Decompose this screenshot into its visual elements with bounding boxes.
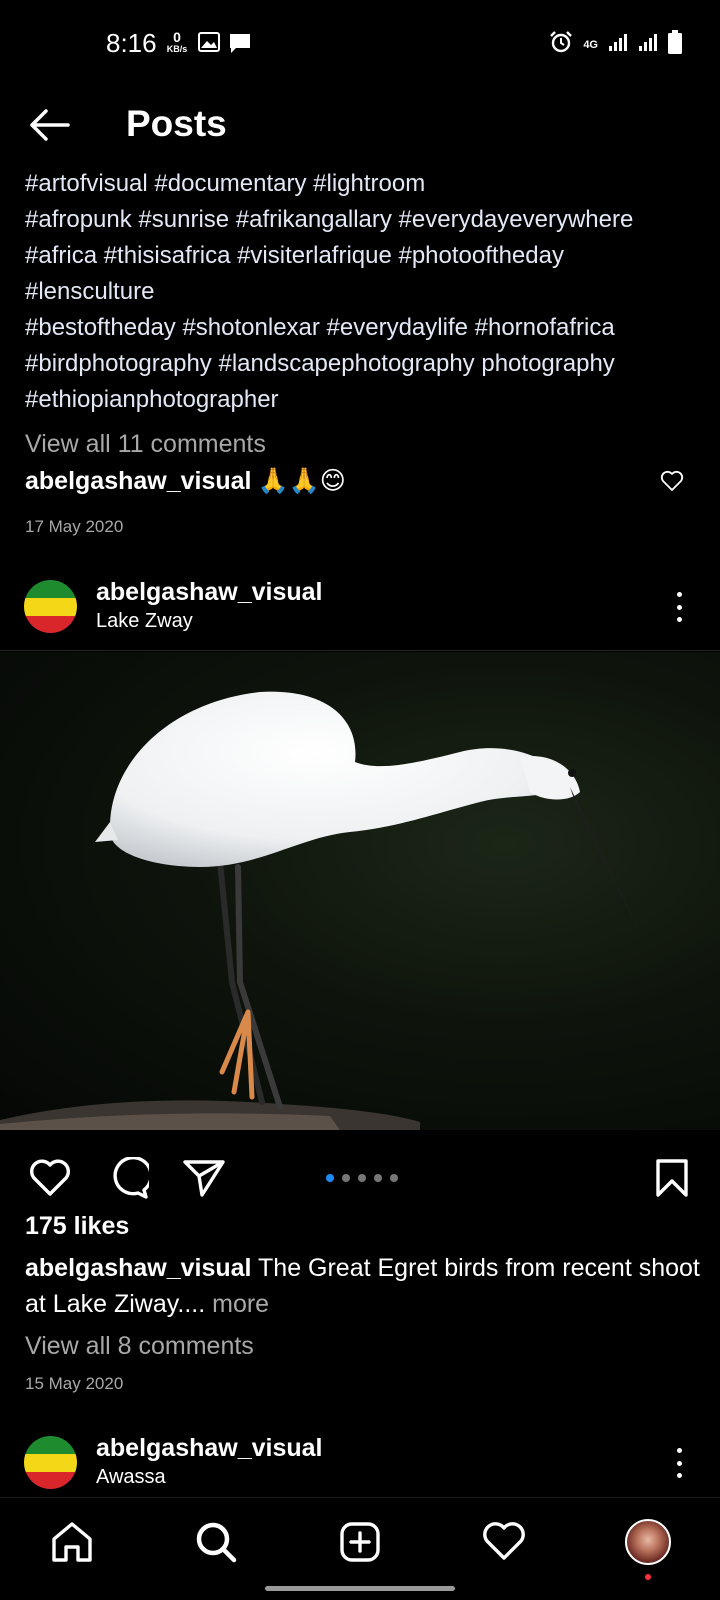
status-right-icons: 4G	[549, 30, 682, 59]
post-caption: abelgashaw_visual The Great Egret birds …	[25, 1250, 705, 1322]
gallery-icon	[198, 32, 220, 57]
post-location[interactable]: Awassa	[96, 1466, 166, 1489]
caption-line[interactable]: #afropunk #sunrise #afrikangallary #ever…	[25, 202, 705, 238]
caption-line[interactable]: #lensculture	[25, 274, 705, 310]
post-date: 15 May 2020	[25, 1374, 124, 1393]
profile-avatar	[625, 1519, 671, 1565]
previous-post-caption: #artofvisual #documentary #lightroom #af…	[25, 166, 705, 418]
signal-icon-1	[608, 32, 628, 57]
like-comment-heart-icon[interactable]	[660, 470, 684, 494]
post-header: abelgashaw_visual Lake Zway	[0, 578, 720, 652]
battery-icon	[668, 30, 682, 59]
comment-username[interactable]: abelgashaw_visual	[25, 467, 252, 496]
back-arrow-icon	[30, 109, 70, 141]
caption-line[interactable]: #birdphotography #landscapephotography p…	[25, 346, 705, 382]
carousel-dot	[342, 1174, 350, 1182]
view-all-comments-link[interactable]: View all 8 comments	[25, 1332, 254, 1361]
save-button[interactable]	[648, 1154, 696, 1202]
carousel-dot	[326, 1174, 334, 1182]
post-photo[interactable]	[0, 652, 720, 1130]
nav-home[interactable]	[42, 1512, 102, 1572]
post-actions	[0, 1150, 720, 1206]
nav-activity[interactable]	[474, 1512, 534, 1572]
comment-button[interactable]	[104, 1154, 152, 1202]
bottom-navigation	[0, 1497, 720, 1600]
caption-line[interactable]: #artofvisual #documentary #lightroom	[25, 166, 705, 202]
activity-heart-icon	[483, 1522, 525, 1560]
post-username[interactable]: abelgashaw_visual	[96, 578, 323, 607]
more-options-button[interactable]	[674, 592, 684, 622]
network-type: 4G	[583, 38, 598, 51]
heart-icon	[30, 1159, 70, 1196]
nav-search[interactable]	[186, 1512, 246, 1572]
carousel-dot	[374, 1174, 382, 1182]
nav-create[interactable]	[330, 1512, 390, 1572]
home-icon	[52, 1522, 92, 1562]
avatar[interactable]	[24, 1436, 77, 1489]
message-icon	[228, 32, 252, 59]
caption-line[interactable]: #bestoftheday #shotonlexar #everydaylife…	[25, 310, 705, 346]
carousel-indicator	[326, 1174, 398, 1182]
carousel-dot	[390, 1174, 398, 1182]
egret-image	[0, 691, 650, 1130]
view-all-comments-link[interactable]: View all 11 comments	[25, 430, 266, 459]
back-button[interactable]	[24, 100, 74, 150]
post-username[interactable]: abelgashaw_visual	[96, 1434, 323, 1463]
caption-more-link[interactable]: more	[212, 1290, 269, 1318]
caption-line[interactable]: #ethiopianphotographer	[25, 382, 705, 418]
like-button[interactable]	[26, 1154, 74, 1202]
caption-line[interactable]: #africa #thisisafrica #visiterlafrique #…	[25, 238, 705, 274]
send-icon	[183, 1160, 225, 1197]
network-speed: 0 KB/s	[166, 29, 188, 54]
comment-icon	[113, 1157, 149, 1199]
signal-icon-2	[638, 32, 658, 57]
post-location[interactable]: Lake Zway	[96, 610, 193, 633]
status-time: 8:16	[106, 28, 157, 58]
avatar[interactable]	[24, 580, 77, 633]
nav-profile[interactable]	[618, 1512, 678, 1580]
add-post-icon	[340, 1522, 380, 1562]
caption-username[interactable]: abelgashaw_visual	[25, 1254, 252, 1282]
notification-dot	[645, 1574, 651, 1580]
bookmark-icon	[656, 1159, 688, 1197]
likes-count[interactable]: 175 likes	[25, 1212, 129, 1241]
top-header: Posts	[0, 88, 720, 168]
divider	[0, 650, 720, 651]
more-options-button[interactable]	[674, 1448, 684, 1478]
top-comment: abelgashaw_visual 🙏🙏😊	[25, 466, 346, 496]
home-indicator[interactable]	[265, 1586, 455, 1591]
search-icon	[196, 1522, 237, 1563]
carousel-dot	[358, 1174, 366, 1182]
alarm-icon	[549, 30, 573, 59]
share-button[interactable]	[180, 1154, 228, 1202]
status-bar: 8:16 0 KB/s 4G	[0, 0, 720, 88]
post-date: 17 May 2020	[25, 517, 124, 536]
page-title: Posts	[126, 103, 227, 144]
comment-text: 🙏🙏😊	[257, 467, 346, 495]
